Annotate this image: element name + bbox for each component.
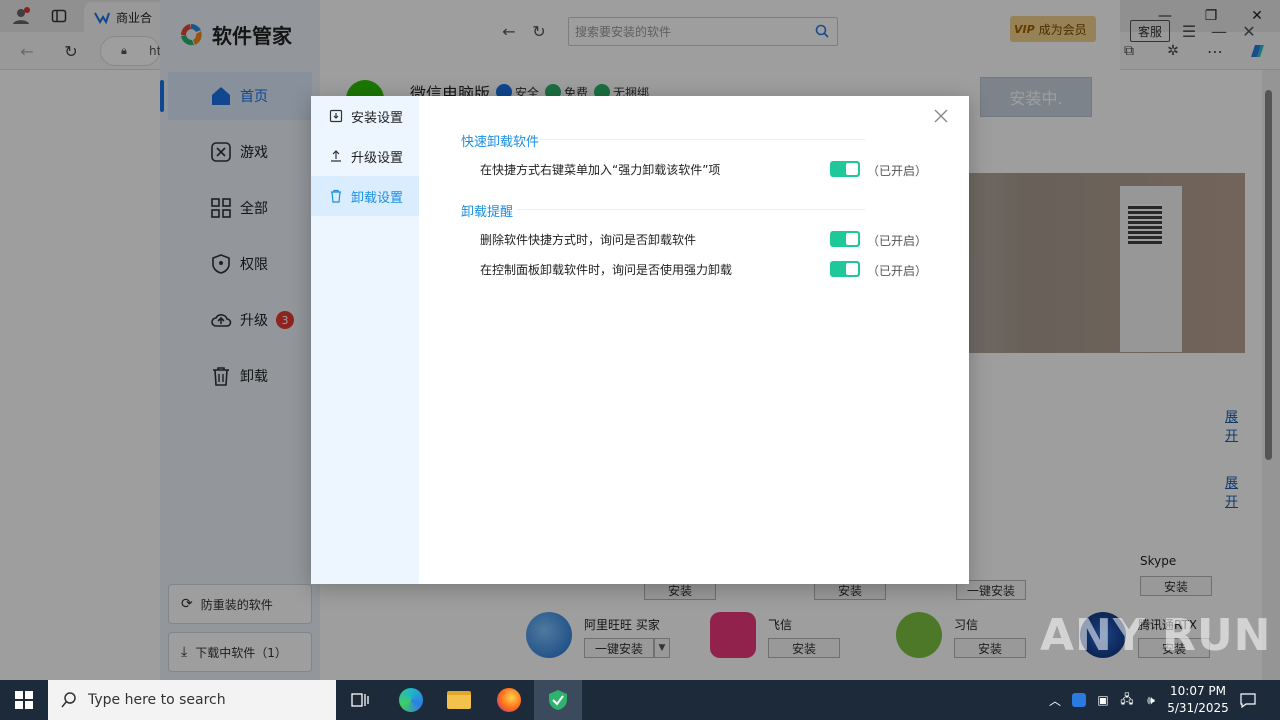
tab-install-settings[interactable]: 安装设置	[311, 96, 419, 136]
tray-overflow-chevron-icon[interactable]: ︿	[1046, 680, 1064, 720]
edge-icon[interactable]	[387, 680, 435, 720]
tab-upgrade-settings[interactable]: 升级设置	[311, 136, 419, 176]
volume-icon[interactable]: 🕪︎	[1142, 680, 1160, 720]
section-divider	[517, 209, 865, 210]
tab-upgrade-settings-label: 升级设置	[351, 150, 404, 166]
toggle-state-text: （已开启）	[867, 164, 928, 178]
option-label: 在快捷方式右键菜单加入“强力卸载该软件”项	[480, 162, 721, 177]
network-icon[interactable]: 🖧︎	[1118, 680, 1136, 720]
windows-taskbar: Type here to search ︿ ▣ 🖧︎ 🕪︎ 10:07 PM 5…	[0, 680, 1280, 720]
start-button[interactable]	[0, 680, 48, 720]
option-label: 删除软件快捷方式时，询问是否卸载软件	[480, 232, 697, 247]
tab-uninstall-settings[interactable]: 卸载设置	[311, 176, 419, 216]
notifications-icon[interactable]	[1236, 680, 1260, 720]
clock-date: 5/31/2025	[1167, 701, 1229, 715]
toggle-state-text: （已开启）	[867, 264, 928, 278]
anyrun-watermark: ANY RUN	[1040, 610, 1272, 661]
taskbar-search-input[interactable]: Type here to search	[48, 680, 336, 720]
settings-sidebar: 安装设置 升级设置 卸载设置	[311, 96, 419, 584]
trash-icon	[331, 189, 341, 203]
section-title-uninstall-reminder: 卸载提醒	[461, 205, 514, 220]
taskbar-search-placeholder: Type here to search	[88, 692, 226, 708]
file-explorer-icon[interactable]	[435, 680, 483, 720]
taskbar-clock[interactable]: 10:07 PM 5/31/2025	[1160, 683, 1236, 717]
section-divider	[539, 139, 865, 140]
close-icon	[934, 109, 948, 123]
upload-icon	[331, 150, 341, 162]
dialog-close-button[interactable]	[931, 106, 951, 126]
install-box-icon	[329, 109, 343, 123]
windows-logo-icon	[15, 691, 33, 709]
search-icon	[61, 692, 76, 708]
toggle-switch[interactable]	[830, 231, 860, 247]
option-label: 在控制面板卸载软件时，询问是否使用强力卸载	[480, 262, 733, 277]
section-title-quick-uninstall: 快速卸载软件	[461, 135, 540, 150]
toggle-switch[interactable]	[830, 261, 860, 277]
task-view-icon[interactable]	[336, 680, 384, 720]
tab-install-settings-label: 安装设置	[351, 110, 404, 126]
clock-time: 10:07 PM	[1170, 684, 1226, 698]
tab-uninstall-settings-label: 卸载设置	[351, 190, 404, 206]
firefox-icon[interactable]	[485, 680, 533, 720]
software-manager-taskbar-icon[interactable]	[534, 680, 582, 720]
toggle-state-text: （已开启）	[867, 234, 928, 248]
tray-device-icon[interactable]: ▣	[1094, 680, 1112, 720]
tray-app-icon[interactable]	[1070, 680, 1088, 720]
toggle-switch[interactable]	[830, 161, 860, 177]
settings-dialog: 安装设置 升级设置 卸载设置 快速卸载软件 在快捷方式右键菜单加入“强力卸载该软…	[311, 96, 969, 584]
